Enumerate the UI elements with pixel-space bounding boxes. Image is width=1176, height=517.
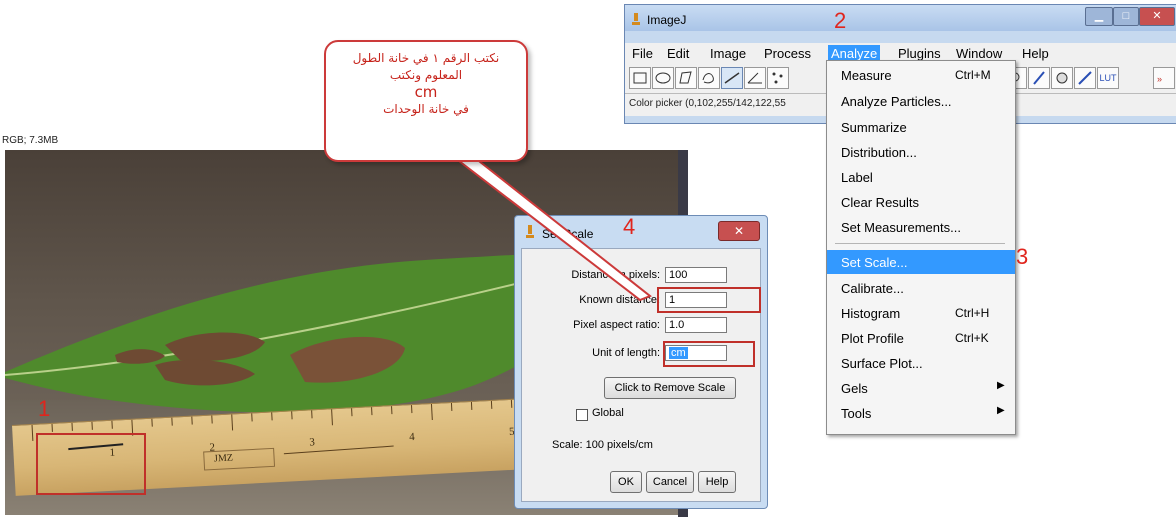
arabic-instruction-callout: نكتب الرقم ١ في خانة الطول المعلوم ونكتب… [324,40,528,162]
callout-unit: cm [414,83,438,101]
callout-pointer [447,153,652,302]
callout-line: نكتب الرقم ١ في خانة الطول [352,51,500,65]
callout-line: في خانة الوحدات [383,102,469,116]
callout-line: المعلوم ونكتب [389,68,463,82]
